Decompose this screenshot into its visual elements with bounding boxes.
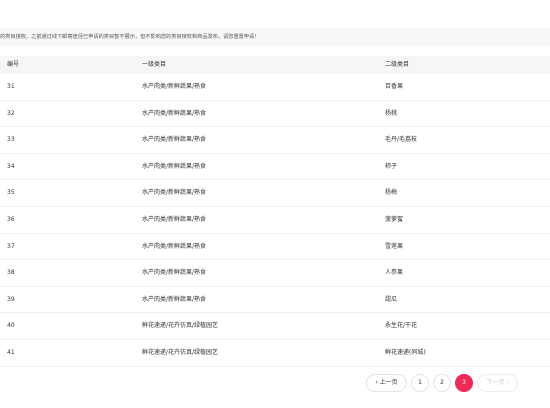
row-category-level2: 雪莲果	[385, 242, 404, 250]
row-id: 35	[7, 189, 15, 197]
row-category-level1: 水产肉类/新鲜蔬果/熟食	[142, 136, 207, 144]
row-category-level1: 水产肉类/新鲜蔬果/熟食	[142, 109, 207, 117]
row-id: 38	[7, 269, 15, 277]
row-id: 39	[7, 295, 15, 303]
row-category-level1: 水产肉类/新鲜蔬果/熟食	[142, 215, 207, 223]
row-category-level2: 杨桃	[385, 109, 398, 117]
table-row: 31 水产肉类/新鲜蔬果/熟食 百香果	[0, 74, 550, 101]
table-row: 39 水产肉类/新鲜蔬果/熟食 甜瓜	[0, 287, 550, 314]
table-row: 38 水产肉类/新鲜蔬果/熟食 人参果	[0, 260, 550, 287]
header-category-level1: 一级类目	[142, 61, 167, 68]
notice-text: 的类目授权。之前通过线下邮寄途径已申请的类目暂不展示，但不影响您的类目授权和商品…	[0, 34, 257, 40]
row-category-level2: 毛丹/毛荔枝	[385, 136, 418, 144]
category-table: 编号 一级类目 二级类目 31 水产肉类/新鲜蔬果/熟食 百香果 32 水产肉类…	[0, 56, 550, 367]
table-row: 36 水产肉类/新鲜蔬果/熟食 菠萝蜜	[0, 207, 550, 234]
row-category-level1: 鲜花速递/花卉仿真/绿植园艺	[142, 322, 219, 330]
row-id: 32	[7, 109, 15, 117]
row-category-level1: 水产肉类/新鲜蔬果/熟食	[142, 83, 207, 90]
row-id: 31	[7, 83, 15, 90]
row-id: 40	[7, 322, 15, 330]
row-category-level1: 鲜花速递/花卉仿真/绿植园艺	[142, 348, 219, 356]
table-row: 41 鲜花速递/花卉仿真/绿植园艺 鲜花速递(同城)	[0, 340, 550, 367]
row-category-level1: 水产肉类/新鲜蔬果/熟食	[142, 189, 207, 197]
row-category-level2: 菠萝蜜	[385, 215, 404, 223]
row-category-level2: 柿子	[385, 162, 398, 170]
row-category-level2: 杨梅	[385, 189, 398, 197]
row-category-level1: 水产肉类/新鲜蔬果/熟食	[142, 269, 207, 277]
row-category-level1: 水产肉类/新鲜蔬果/熟食	[142, 242, 207, 250]
row-category-level1: 水产肉类/新鲜蔬果/熟食	[142, 162, 207, 170]
notice-bar: 的类目授权。之前通过线下邮寄途径已申请的类目暂不展示，但不影响您的类目授权和商品…	[0, 28, 550, 46]
row-category-level2: 鲜花速递(同城)	[385, 348, 426, 356]
table-row: 32 水产肉类/新鲜蔬果/熟食 杨桃	[0, 101, 550, 128]
prev-page-button[interactable]: ‹ 上一页	[366, 374, 407, 392]
row-category-level1: 水产肉类/新鲜蔬果/熟食	[142, 295, 207, 303]
next-page-button[interactable]: 下一页 ›	[477, 374, 518, 392]
row-category-level2: 永生花/干花	[385, 322, 418, 330]
table-row: 37 水产肉类/新鲜蔬果/熟食 雪莲果	[0, 234, 550, 261]
header-category-level2: 二级类目	[385, 61, 410, 68]
header-id: 编号	[7, 61, 20, 68]
row-id: 37	[7, 242, 15, 250]
table-row: 35 水产肉类/新鲜蔬果/熟食 杨梅	[0, 180, 550, 207]
row-category-level2: 甜瓜	[385, 295, 398, 303]
page-button-1[interactable]: 1	[411, 374, 429, 392]
pagination: ‹ 上一页 1 2 3 下一页 ›	[366, 374, 518, 392]
row-id: 34	[7, 162, 15, 170]
table-row: 40 鲜花速递/花卉仿真/绿植园艺 永生花/干花	[0, 313, 550, 340]
table-row: 34 水产肉类/新鲜蔬果/熟食 柿子	[0, 154, 550, 181]
table-header: 编号 一级类目 二级类目	[0, 56, 550, 74]
row-category-level2: 人参果	[385, 269, 404, 277]
table-row: 33 水产肉类/新鲜蔬果/熟食 毛丹/毛荔枝	[0, 127, 550, 154]
row-id: 33	[7, 136, 15, 144]
row-id: 36	[7, 215, 15, 223]
row-category-level2: 百香果	[385, 83, 404, 90]
page-button-2[interactable]: 2	[433, 374, 451, 392]
row-id: 41	[7, 348, 15, 356]
page-button-3-current[interactable]: 3	[455, 374, 473, 392]
